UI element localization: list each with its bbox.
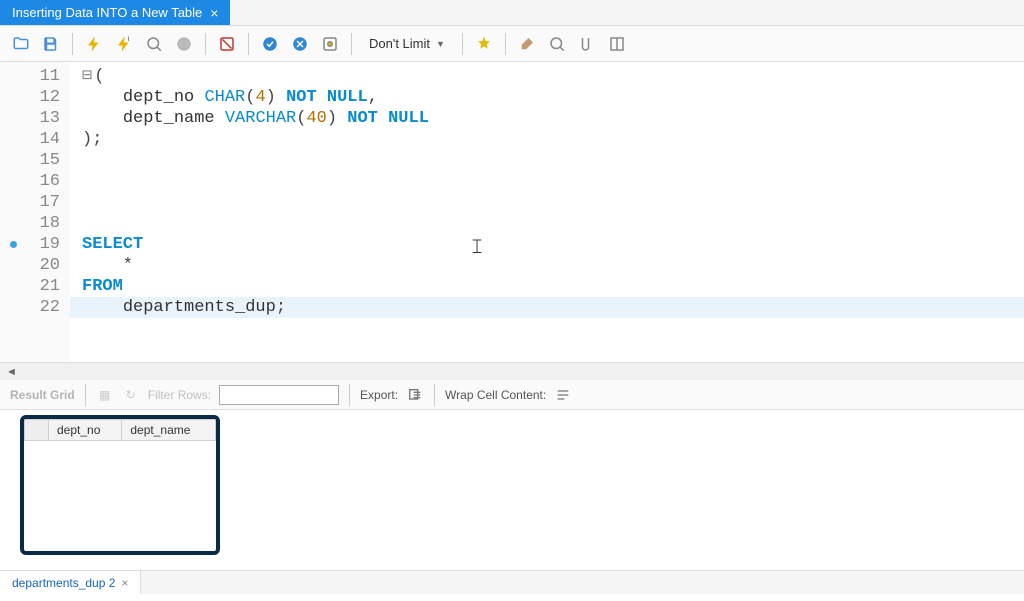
code-area[interactable]: 𝙸 ⊟( dept_no CHAR(4) NOT NULL, dept_name… xyxy=(70,62,1024,362)
toolbar-separator xyxy=(85,384,86,406)
code-line[interactable] xyxy=(82,213,1024,234)
column-header[interactable]: dept_no xyxy=(49,420,122,441)
column-header[interactable]: dept_name xyxy=(122,420,216,441)
execute-icon[interactable] xyxy=(83,33,105,55)
row-limit-dropdown[interactable]: Don't Limit ▼ xyxy=(362,33,452,54)
toolbar-separator xyxy=(349,384,350,406)
result-grid[interactable]: dept_nodept_name xyxy=(24,419,216,441)
toolbar-separator xyxy=(462,33,463,55)
wrap-icon[interactable] xyxy=(606,33,628,55)
save-icon[interactable] xyxy=(40,33,62,55)
code-line[interactable]: FROM xyxy=(82,276,1024,297)
toolbar-separator xyxy=(434,384,435,406)
stop-icon[interactable] xyxy=(173,33,195,55)
code-line[interactable]: dept_name VARCHAR(40) NOT NULL xyxy=(82,108,1024,129)
refresh-icon[interactable]: ↻ xyxy=(122,386,140,404)
line-number-gutter: 111213141516171819202122 xyxy=(0,62,70,362)
result-grid-area: dept_nodept_name xyxy=(0,410,1024,570)
result-grid-toolbar: Result Grid ▦ ↻ Filter Rows: Export: Wra… xyxy=(0,380,1024,410)
brush-icon[interactable] xyxy=(516,33,538,55)
beautify-icon[interactable] xyxy=(473,33,495,55)
filter-rows-label: Filter Rows: xyxy=(148,388,211,402)
toolbar-separator xyxy=(351,33,352,55)
autocommit-icon[interactable] xyxy=(319,33,341,55)
row-limit-label: Don't Limit xyxy=(369,36,430,51)
rollback-icon[interactable] xyxy=(289,33,311,55)
code-line[interactable] xyxy=(82,150,1024,171)
wrap-cell-icon[interactable] xyxy=(554,386,572,404)
toolbar-separator xyxy=(248,33,249,55)
close-icon[interactable]: × xyxy=(210,6,218,20)
text-cursor-icon: 𝙸 xyxy=(470,237,484,258)
search-icon[interactable] xyxy=(546,33,568,55)
no-limit-icon[interactable] xyxy=(216,33,238,55)
toolbar-separator xyxy=(505,33,506,55)
code-line[interactable] xyxy=(82,171,1024,192)
code-line[interactable]: ⊟( xyxy=(82,66,1024,87)
scroll-left-icon[interactable]: ◄ xyxy=(6,366,17,378)
result-grid-highlight: dept_nodept_name xyxy=(20,415,220,555)
editor-tab-bar: Inserting Data INTO a New Table × xyxy=(0,0,1024,26)
toolbar-separator xyxy=(205,33,206,55)
sql-toolbar: I Don't Limit ▼ xyxy=(0,26,1024,62)
result-tab-bar: departments_dup 2 × xyxy=(0,570,1024,594)
editor-tab-title: Inserting Data INTO a New Table xyxy=(12,5,202,20)
commit-icon[interactable] xyxy=(259,33,281,55)
horizontal-scrollbar[interactable]: ◄ xyxy=(0,362,1024,380)
row-number-header xyxy=(25,420,49,441)
export-label: Export: xyxy=(360,388,398,402)
code-line[interactable] xyxy=(82,192,1024,213)
open-file-icon[interactable] xyxy=(10,33,32,55)
chevron-down-icon: ▼ xyxy=(436,39,445,49)
svg-text:I: I xyxy=(128,37,130,43)
sql-editor[interactable]: 111213141516171819202122 𝙸 ⊟( dept_no CH… xyxy=(0,62,1024,362)
code-line[interactable]: dept_no CHAR(4) NOT NULL, xyxy=(82,87,1024,108)
editor-tab-active[interactable]: Inserting Data INTO a New Table × xyxy=(0,0,230,25)
close-icon[interactable]: × xyxy=(121,576,128,590)
toolbar-separator xyxy=(72,33,73,55)
filter-rows-input[interactable] xyxy=(219,385,339,405)
explain-icon[interactable] xyxy=(143,33,165,55)
result-tab-active[interactable]: departments_dup 2 × xyxy=(0,571,141,594)
grid-view-icon[interactable]: ▦ xyxy=(96,386,114,404)
code-line[interactable]: ); xyxy=(82,129,1024,150)
invisible-chars-icon[interactable] xyxy=(576,33,598,55)
code-line[interactable]: * xyxy=(82,255,1024,276)
export-icon[interactable] xyxy=(406,386,424,404)
code-line[interactable]: departments_dup; xyxy=(70,297,1024,318)
execute-current-icon[interactable]: I xyxy=(113,33,135,55)
result-tab-label: departments_dup 2 xyxy=(12,576,115,590)
wrap-cell-label: Wrap Cell Content: xyxy=(445,388,546,402)
code-line[interactable]: SELECT xyxy=(82,234,1024,255)
result-grid-label: Result Grid xyxy=(10,388,75,402)
